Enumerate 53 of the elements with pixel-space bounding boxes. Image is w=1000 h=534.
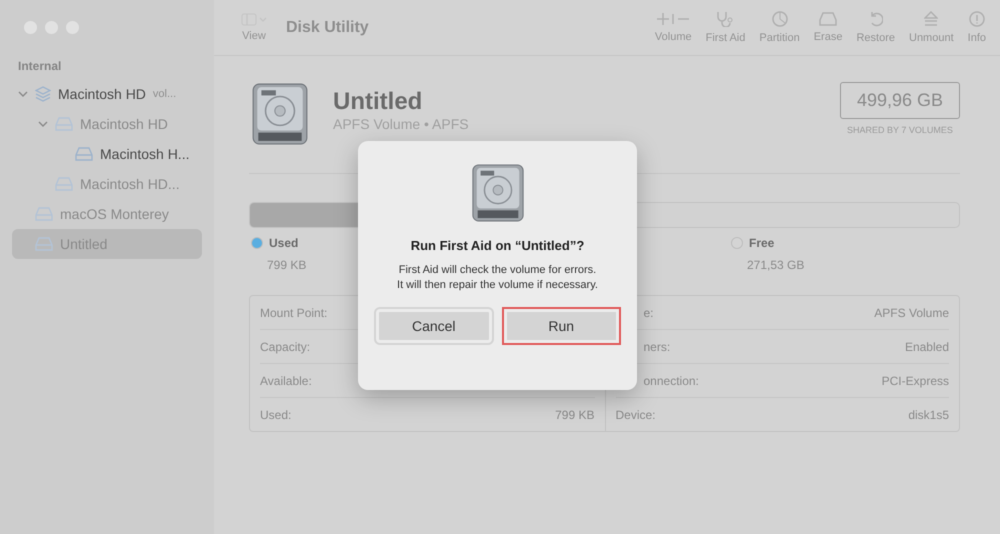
legend-value: 271,53 GB — [747, 258, 804, 272]
legend-value: 799 KB — [267, 258, 306, 272]
plus-minus-icon — [656, 12, 690, 26]
info-label: Capacity: — [260, 340, 310, 354]
info-value: 799 KB — [555, 408, 594, 422]
shared-label: SHARED BY 7 VOLUMES — [847, 125, 953, 135]
info-value: APFS Volume — [874, 306, 949, 320]
volume-name: Macintosh HD — [80, 116, 168, 132]
dialog-button[interactable]: Run — [502, 306, 621, 345]
eject-icon — [924, 11, 938, 27]
info-value: Enabled — [904, 340, 949, 354]
info-value: PCI-Express — [882, 374, 949, 388]
pie-chart-icon — [772, 11, 788, 27]
restore-icon — [868, 11, 883, 27]
volume-title: Untitled — [333, 88, 424, 116]
info-label: Device: — [616, 408, 656, 422]
view-label: View — [242, 30, 266, 42]
sidebar-item[interactable]: Macintosh HD — [12, 109, 202, 139]
volume-name: macOS Monterey — [60, 206, 169, 222]
chevron-icon[interactable] — [18, 89, 28, 99]
section-header: Internal — [18, 59, 62, 73]
info-label: Used: — [260, 408, 292, 422]
drive-icon — [35, 207, 53, 221]
info-icon — [968, 11, 985, 27]
volume-name: Macintosh HD — [58, 86, 146, 102]
info-label: onnection: — [642, 374, 699, 388]
sidebar-item[interactable]: Macintosh HD vol... — [12, 79, 202, 109]
drive-icon — [35, 237, 53, 251]
info-value: disk1s5 — [908, 408, 949, 422]
layers-icon — [35, 86, 51, 102]
sidebar-item[interactable]: Macintosh HD... — [12, 169, 202, 199]
stethoscope-icon — [716, 11, 734, 27]
info-label: Available: — [260, 374, 312, 388]
volume-name: Macintosh H... — [100, 146, 190, 162]
legend-label: Free — [749, 236, 774, 250]
window-title: Disk Utility — [286, 18, 369, 36]
volume-name: Macintosh HD... — [80, 176, 180, 192]
info-label: ners: — [642, 340, 670, 354]
legend-label: Used — [269, 236, 298, 250]
info-label: e: — [642, 306, 654, 320]
chevron-icon[interactable] — [38, 119, 48, 129]
drive-icon — [75, 147, 93, 161]
volume-suffix: vol... — [152, 88, 176, 100]
drive-icon — [55, 177, 73, 191]
info-label: Mount Point: — [260, 306, 328, 320]
capacity-box: 499,96 GB — [840, 82, 960, 119]
dialog-button[interactable]: Cancel — [374, 306, 494, 345]
dialog-message: First Aid will check the volume for errors. It will then repair the volume if necessary. — [396, 262, 599, 293]
sidebar-item[interactable]: macOS Monterey — [12, 199, 202, 229]
drive-icon — [55, 117, 73, 131]
drive-icon — [819, 12, 838, 26]
dialog-title: Run First Aid on “Untitled”? — [410, 238, 584, 253]
sidebar-item[interactable]: Macintosh H... — [12, 139, 202, 169]
